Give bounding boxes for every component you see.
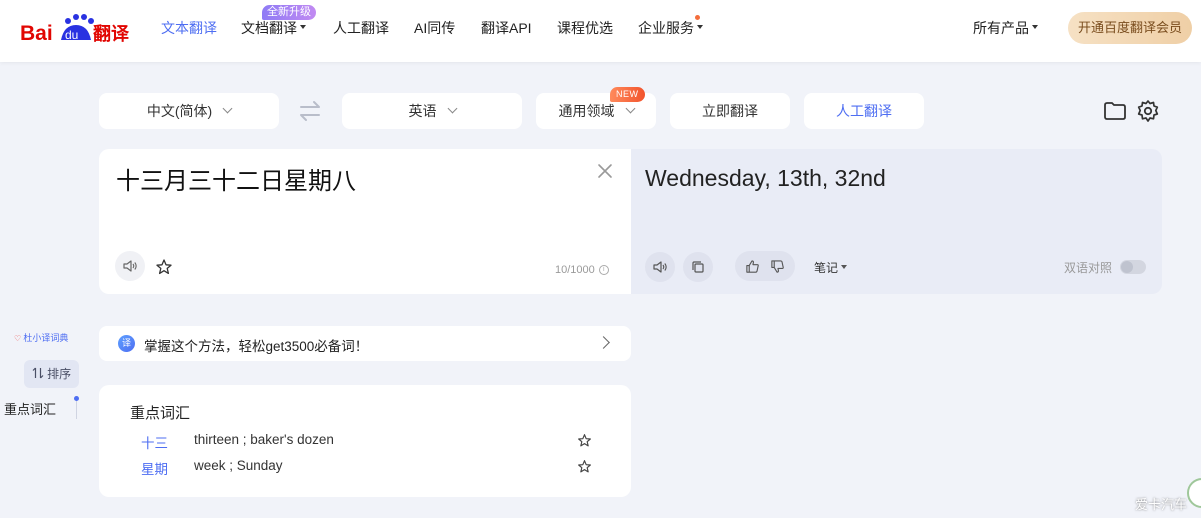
notes-menu[interactable]: 笔记 (814, 259, 848, 276)
chevron-right-icon (597, 336, 610, 349)
target-text-panel: Wednesday, 13th, 32nd 笔记 双语对照 (631, 149, 1162, 294)
sidebar-item-vocab[interactable]: 重点词汇 (4, 399, 56, 418)
source-text-panel[interactable]: 十三月三十二日星期八 10/1000 i (99, 149, 631, 294)
nav-doc-translate-label: 文档翻译 (241, 20, 297, 36)
vocab-word[interactable]: 十三 (141, 432, 168, 452)
domain-label: 通用领域 (558, 103, 615, 119)
target-language-label: 英语 (408, 103, 437, 119)
dictionary-tag-label: 杜小译词典 (23, 333, 69, 343)
nav-indicator-line (76, 399, 77, 419)
chevron-down-icon (447, 103, 457, 113)
notes-label: 笔记 (814, 261, 839, 275)
new-badge: NEW (610, 87, 645, 102)
nav-enterprise[interactable]: 企业服务 (638, 18, 703, 38)
watermark: 爱卡汽车 (1135, 497, 1188, 512)
vocab-row: 星期 week ; Sunday (99, 458, 631, 478)
info-icon[interactable]: i (598, 265, 609, 276)
swap-languages-icon[interactable] (298, 100, 322, 122)
bilingual-label: 双语对照 (1064, 261, 1113, 275)
all-products-label: 所有产品 (973, 20, 1029, 36)
caret-down-icon (697, 25, 703, 30)
tip-text: 掌握这个方法，轻松get3500必备词！ (144, 339, 369, 354)
vocab-title: 重点词汇 (130, 405, 191, 422)
char-count-text: 10/1000 (555, 264, 595, 276)
target-speak-button[interactable] (645, 252, 675, 282)
caret-down-icon (841, 264, 848, 269)
top-header: Bai du 翻译 文本翻译 文档翻译 全新升级 人工翻译 AI同传 翻译API… (0, 0, 1201, 62)
human-translate-button[interactable]: 人工翻译 (804, 93, 924, 129)
clear-close-icon[interactable] (595, 161, 615, 181)
thumbs-up-icon[interactable] (745, 259, 760, 274)
favorite-star-icon[interactable] (577, 459, 592, 474)
upgrade-badge: 全新升级 (262, 5, 316, 20)
chevron-down-icon (625, 103, 635, 113)
vip-membership-button[interactable]: 开通百度翻译会员 (1068, 12, 1192, 44)
nav-ai-interpret[interactable]: AI同传 (414, 18, 455, 38)
source-speak-button[interactable] (115, 251, 145, 281)
svg-text:Bai: Bai (20, 22, 53, 45)
settings-gear-icon[interactable] (1136, 99, 1160, 123)
nav-human-translate[interactable]: 人工翻译 (333, 18, 389, 38)
sort-label: 排序 (47, 367, 72, 381)
nav-doc-translate[interactable]: 文档翻译 (241, 18, 306, 38)
source-language-label: 中文(简体) (146, 103, 213, 119)
nav-courses[interactable]: 课程优选 (557, 18, 613, 38)
translation-output: Wednesday, 13th, 32nd (645, 165, 886, 191)
vocab-definition: thirteen ; baker's dozen (194, 432, 334, 447)
vocab-definition: week ; Sunday (194, 458, 283, 473)
character-count: 10/1000 i (555, 264, 609, 276)
key-vocabulary-card: 重点词汇 十三 thirteen ; baker's dozen 星期 week… (99, 385, 631, 497)
favorite-star-icon[interactable] (155, 258, 173, 276)
dictionary-tag: ♡ 杜小译词典 (14, 331, 68, 344)
nav-indicator-dot (74, 396, 79, 401)
thumbs-down-icon[interactable] (770, 259, 785, 274)
heart-icon: ♡ (14, 334, 24, 343)
notification-dot (695, 15, 700, 20)
svg-text:du: du (65, 28, 78, 42)
vocab-row: 十三 thirteen ; baker's dozen (99, 432, 631, 452)
svg-text:翻译: 翻译 (93, 23, 130, 45)
chevron-down-icon (222, 103, 233, 113)
nav-translate-api[interactable]: 翻译API (481, 18, 532, 38)
all-products-menu[interactable]: 所有产品 (973, 18, 1038, 38)
copy-icon (692, 261, 704, 273)
caret-down-icon (300, 25, 306, 30)
speaker-icon (123, 260, 137, 272)
target-language-select[interactable]: 英语 (342, 93, 522, 129)
translate-now-button[interactable]: 立即翻译 (670, 93, 790, 129)
favorite-star-icon[interactable] (577, 433, 592, 448)
speaker-icon (653, 261, 667, 273)
floating-assistant-icon[interactable] (1187, 478, 1201, 508)
nav-text-translate[interactable]: 文本翻译 (161, 18, 217, 38)
vocab-word[interactable]: 星期 (141, 458, 168, 478)
sort-icon (32, 367, 44, 379)
bilingual-toggle[interactable] (1120, 260, 1146, 274)
feedback-group (735, 251, 795, 281)
caret-down-icon (1032, 25, 1038, 30)
sort-button[interactable]: 排序 (24, 360, 79, 388)
copy-button[interactable] (683, 252, 713, 282)
source-language-select[interactable]: 中文(简体) (99, 93, 279, 129)
translate-logo-icon: 译 (118, 335, 135, 352)
folder-icon[interactable] (1103, 99, 1127, 123)
nav-enterprise-label: 企业服务 (638, 20, 694, 36)
source-text-input[interactable]: 十三月三十二日星期八 (116, 161, 356, 196)
baidu-translate-logo[interactable]: Bai du 翻译 (20, 10, 132, 46)
tip-banner[interactable]: 译 掌握这个方法，轻松get3500必备词！ (99, 326, 631, 361)
